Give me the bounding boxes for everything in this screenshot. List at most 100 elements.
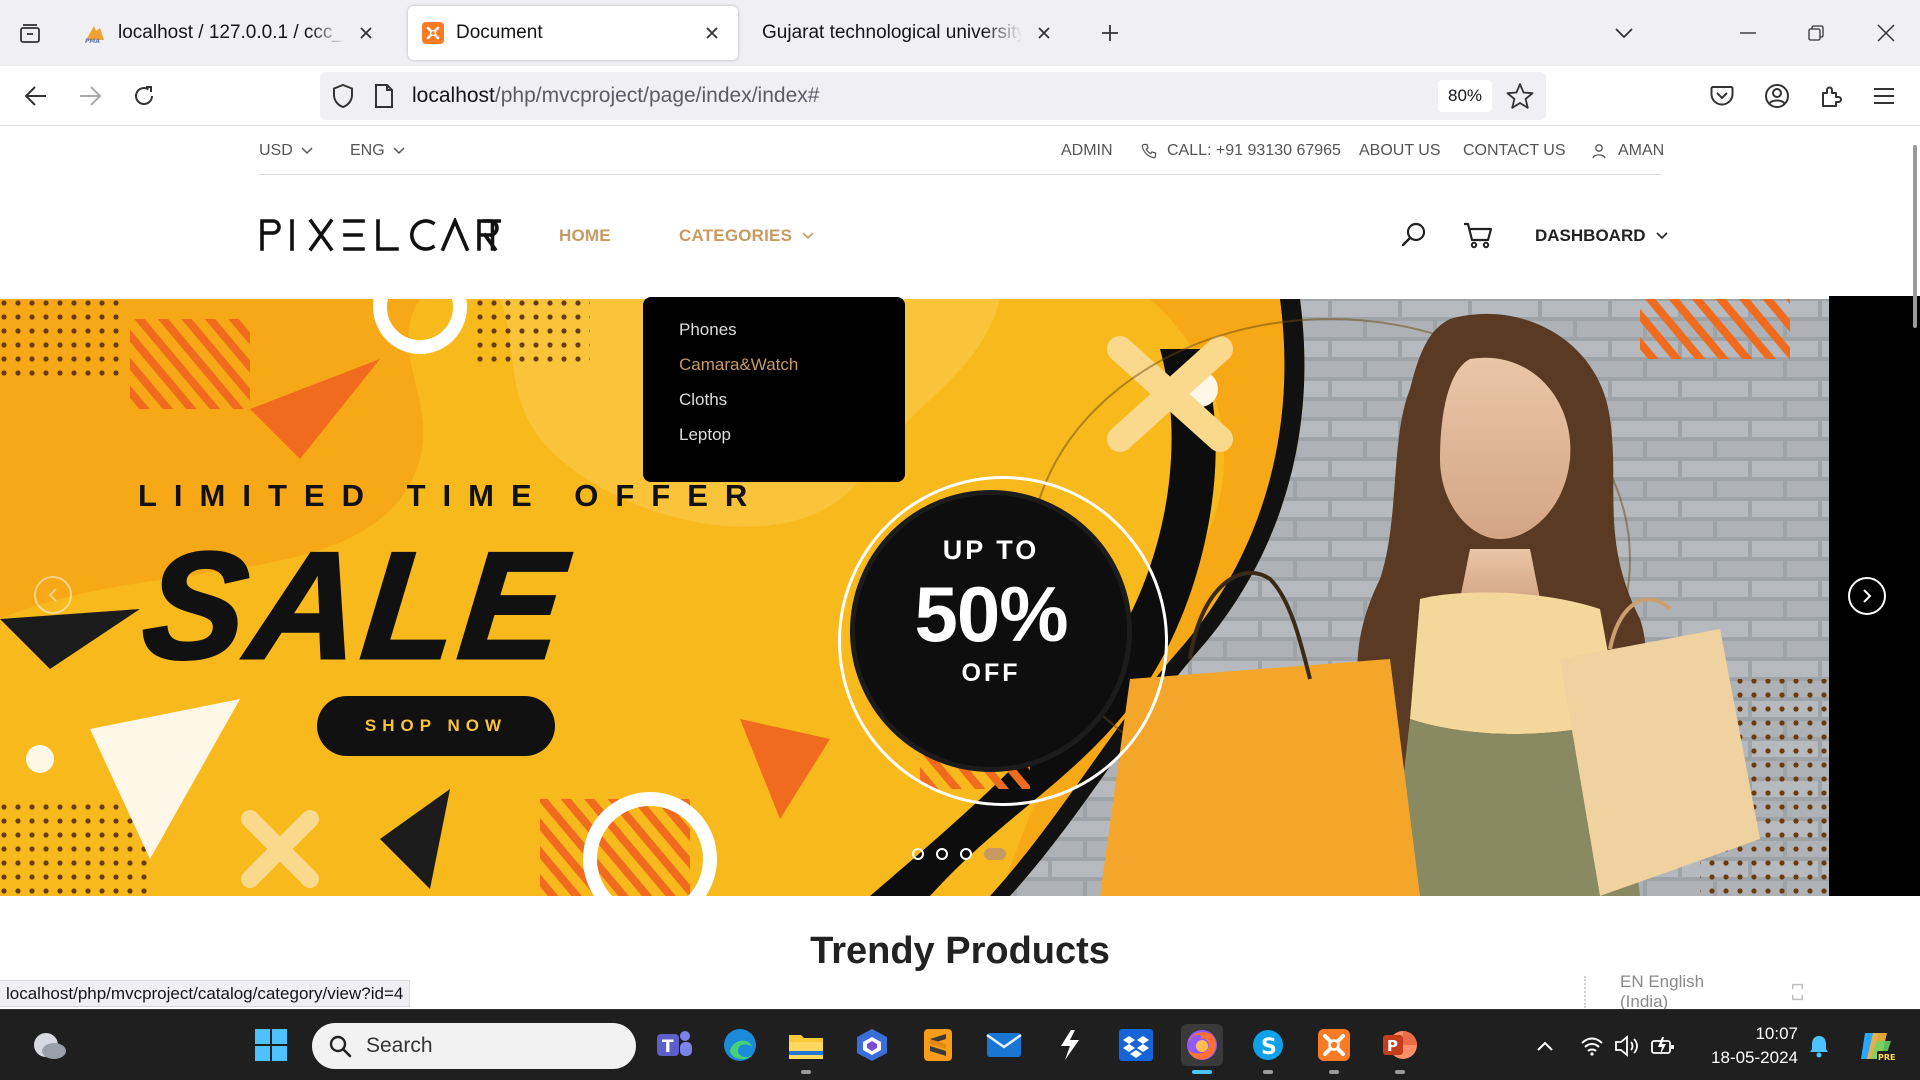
taskbar-search-box[interactable]: Search <box>312 1023 636 1069</box>
close-window-icon[interactable] <box>1868 16 1904 50</box>
system-clock[interactable]: 10:07 18-05-2024 <box>1700 1022 1798 1070</box>
list-all-tabs-icon[interactable] <box>10 16 50 52</box>
power-automate-icon[interactable] <box>851 1024 893 1066</box>
search-icon[interactable] <box>1397 218 1431 252</box>
status-bar-link: localhost/php/mvcproject/catalog/categor… <box>0 980 411 1007</box>
svg-text:T: T <box>662 1037 674 1057</box>
copilot-icon[interactable]: PRE <box>1856 1026 1896 1066</box>
chevron-down-icon <box>393 147 405 155</box>
dropbox-icon[interactable] <box>1115 1024 1157 1066</box>
edge-browser-icon[interactable] <box>719 1024 761 1066</box>
notification-bell-icon[interactable] <box>1805 1032 1833 1060</box>
currency-label: USD <box>259 142 293 159</box>
extensions-icon[interactable] <box>1813 78 1849 114</box>
show-hidden-icons-chevron-icon[interactable] <box>1531 1032 1559 1060</box>
close-tab-icon[interactable] <box>1032 21 1056 45</box>
battery-icon[interactable] <box>1649 1032 1677 1060</box>
user-account-link[interactable]: AMAN <box>1592 142 1664 160</box>
category-camara-watch[interactable]: Camara&Watch <box>643 356 905 391</box>
category-cloths[interactable]: Cloths <box>643 391 905 426</box>
browser-tab-strip: PMA localhost / 127.0.0.1 / ccc_practice… <box>0 0 1920 66</box>
windows-start-icon[interactable] <box>250 1024 292 1066</box>
pocket-icon[interactable] <box>1704 78 1740 114</box>
tab-phpmyadmin[interactable]: PMA localhost / 127.0.0.1 / ccc_practice <box>70 6 392 60</box>
running-indicator <box>801 1070 811 1074</box>
powerpoint-icon[interactable]: P <box>1379 1024 1421 1066</box>
restore-icon[interactable] <box>1798 16 1834 50</box>
bookmark-star-icon[interactable] <box>1506 82 1534 110</box>
carousel-dots <box>912 848 1018 860</box>
zoom-level-badge[interactable]: 80% <box>1438 80 1492 112</box>
call-label: CALL: +91 93130 67965 <box>1167 142 1341 159</box>
xampp-icon <box>422 22 444 44</box>
carousel-dot-3[interactable] <box>960 848 972 860</box>
language-widget-label: EN English (India) <box>1620 972 1705 1011</box>
page-scrollbar[interactable] <box>1913 145 1917 328</box>
carousel-next-arrow-icon[interactable] <box>1848 577 1886 615</box>
tab-document[interactable]: Document <box>408 6 738 60</box>
chevron-down-icon <box>1655 232 1668 240</box>
site-logo[interactable]: PIXELCART <box>259 216 502 252</box>
cart-icon[interactable] <box>1461 218 1495 252</box>
carousel-prev-arrow-icon[interactable] <box>34 576 72 614</box>
tracking-protection-shield-icon[interactable] <box>330 83 356 109</box>
user-icon <box>1592 144 1606 159</box>
tab-overflow-chevron-icon[interactable] <box>1606 16 1642 50</box>
nav-dashboard-label: DASHBOARD <box>1535 226 1646 245</box>
hamburger-menu-icon[interactable] <box>1866 78 1902 114</box>
hero-banner[interactable]: LIMITED TIME OFFER SALE SHOP NOW UP TO 5… <box>0 299 1829 896</box>
windows-taskbar: Search T S P 10:07 18-05-2024 PRE <box>0 1009 1920 1080</box>
category-leptop[interactable]: Leptop <box>643 426 905 461</box>
call-link[interactable]: CALL: +91 93130 67965 <box>1141 142 1341 160</box>
account-icon[interactable] <box>1759 78 1795 114</box>
teams-icon[interactable]: T <box>653 1024 695 1066</box>
running-indicator <box>1329 1070 1339 1074</box>
nav-dashboard[interactable]: DASHBOARD <box>1535 226 1668 246</box>
xampp-icon[interactable] <box>1313 1024 1355 1066</box>
back-arrow-icon[interactable] <box>18 78 54 114</box>
discount-badge: UP TO 50% OFF <box>850 490 1132 772</box>
category-phones[interactable]: Phones <box>643 321 905 356</box>
svg-text:S: S <box>1261 1035 1277 1060</box>
wifi-icon[interactable] <box>1578 1032 1606 1060</box>
language-selector[interactable]: ENG <box>350 142 405 160</box>
hero-headline: SALE <box>135 520 577 693</box>
trendy-products-heading: Trendy Products <box>810 930 1110 972</box>
currency-selector[interactable]: USD <box>259 142 313 160</box>
tab-title: Gujarat technological university - Re <box>762 22 1022 43</box>
svg-text:PMA: PMA <box>85 38 100 44</box>
contact-us-link[interactable]: CONTACT US <box>1463 142 1566 160</box>
new-tab-icon[interactable] <box>1095 18 1125 48</box>
nav-categories[interactable]: CATEGORIES <box>679 226 814 246</box>
close-tab-icon[interactable] <box>700 21 724 45</box>
active-app-indicator <box>1192 1070 1212 1074</box>
cursor-app-icon[interactable] <box>1049 1024 1091 1066</box>
phpmyadmin-icon: PMA <box>84 22 106 44</box>
page-info-icon[interactable] <box>372 83 396 109</box>
file-explorer-icon[interactable] <box>785 1024 827 1066</box>
admin-link[interactable]: ADMIN <box>1061 142 1113 160</box>
site-top-bar: USD ENG ADMIN CALL: +91 93130 67965 ABOU… <box>259 127 1664 175</box>
tab-gtu[interactable]: Gujarat technological university - Re <box>744 6 1070 60</box>
search-icon <box>329 1035 352 1058</box>
volume-icon[interactable] <box>1613 1032 1641 1060</box>
mail-icon[interactable] <box>983 1024 1025 1066</box>
weather-icon[interactable] <box>28 1024 70 1066</box>
carousel-dot-2[interactable] <box>936 848 948 860</box>
sublime-text-icon[interactable] <box>917 1024 959 1066</box>
shop-now-button[interactable]: SHOP NOW <box>317 696 555 756</box>
firefox-icon[interactable] <box>1181 1024 1223 1066</box>
url-text: localhost/php/mvcproject/page/index/inde… <box>412 84 820 107</box>
close-tab-icon[interactable] <box>354 21 378 45</box>
about-us-link[interactable]: ABOUT US <box>1359 142 1441 160</box>
carousel-dot-4[interactable] <box>984 848 1006 860</box>
clock-time: 10:07 <box>1755 1024 1798 1043</box>
skype-icon[interactable]: S <box>1247 1024 1289 1066</box>
reload-icon[interactable] <box>126 78 162 114</box>
minimize-icon[interactable] <box>1730 16 1766 50</box>
carousel-dot-1[interactable] <box>912 848 924 860</box>
forward-arrow-icon[interactable] <box>72 78 108 114</box>
nav-home[interactable]: HOME <box>559 226 611 246</box>
language-widget[interactable]: EN English (India) <box>1584 972 1804 1011</box>
address-bar[interactable]: localhost/php/mvcproject/page/index/inde… <box>320 72 1546 120</box>
